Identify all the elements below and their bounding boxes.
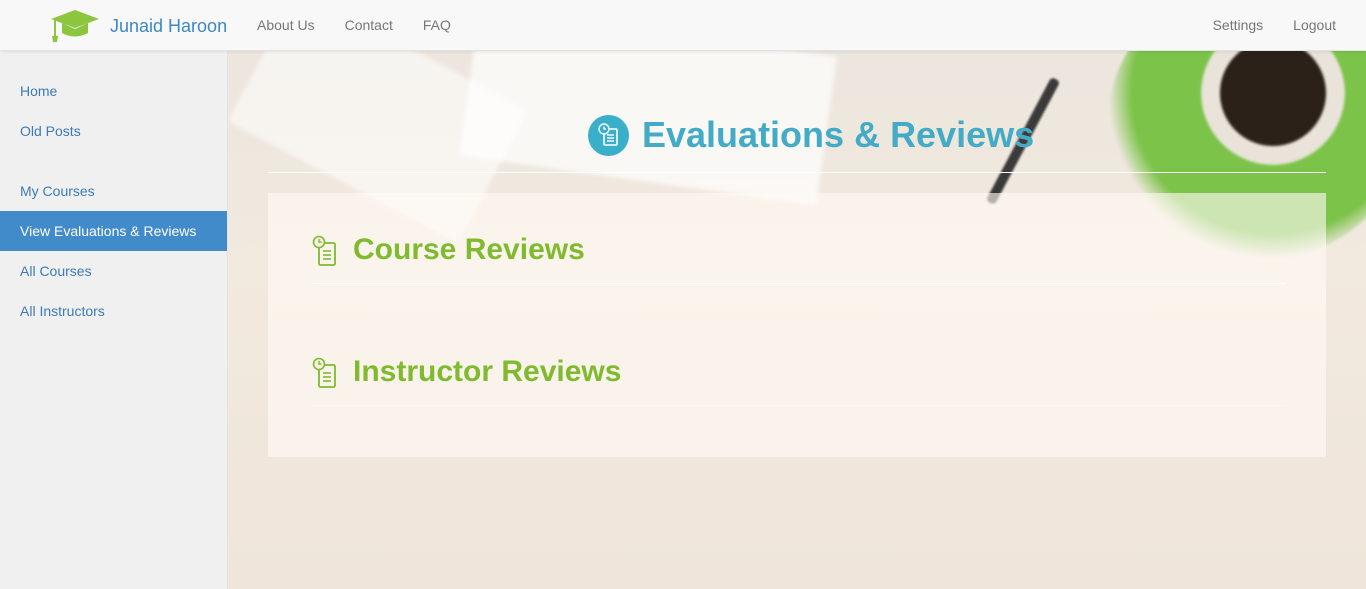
page-title: Evaluations & Reviews <box>642 114 1035 155</box>
nav-logout[interactable]: Logout <box>1293 17 1336 33</box>
sidebar-item-all-instructors[interactable]: All Instructors <box>0 291 227 331</box>
nav-left: About Us Contact FAQ <box>257 0 481 50</box>
sidebar: Home Old Posts My Courses View Evaluatio… <box>0 51 228 589</box>
top-navbar: Junaid Haroon About Us Contact FAQ Setti… <box>0 0 1366 51</box>
clipboard-clock-icon <box>312 235 338 267</box>
course-reviews-title[interactable]: Course Reviews <box>353 233 585 267</box>
nav-right: Settings Logout <box>1183 0 1336 50</box>
nav-faq[interactable]: FAQ <box>423 17 451 33</box>
reviews-panel: Course Reviews Instructor Reviews <box>268 193 1326 457</box>
page-header: Evaluations & Reviews <box>268 106 1326 173</box>
nav-about-us[interactable]: About Us <box>257 17 315 33</box>
sidebar-item-my-courses[interactable]: My Courses <box>0 171 227 211</box>
sidebar-item-home[interactable]: Home <box>0 71 227 111</box>
brand-name: Junaid Haroon <box>110 15 228 36</box>
graduation-cap-icon <box>50 8 100 44</box>
sidebar-item-view-evaluations[interactable]: View Evaluations & Reviews <box>0 211 227 251</box>
nav-contact[interactable]: Contact <box>345 17 393 33</box>
clipboard-clock-icon <box>588 114 629 156</box>
brand-link[interactable]: Junaid Haroon <box>50 8 227 44</box>
course-reviews-section[interactable]: Course Reviews <box>312 233 1286 284</box>
nav-settings[interactable]: Settings <box>1213 17 1264 33</box>
instructor-reviews-title[interactable]: Instructor Reviews <box>353 355 621 389</box>
instructor-reviews-section[interactable]: Instructor Reviews <box>312 355 1286 406</box>
sidebar-item-old-posts[interactable]: Old Posts <box>0 111 227 151</box>
sidebar-item-all-courses[interactable]: All Courses <box>0 251 227 291</box>
clipboard-clock-icon <box>312 357 338 389</box>
